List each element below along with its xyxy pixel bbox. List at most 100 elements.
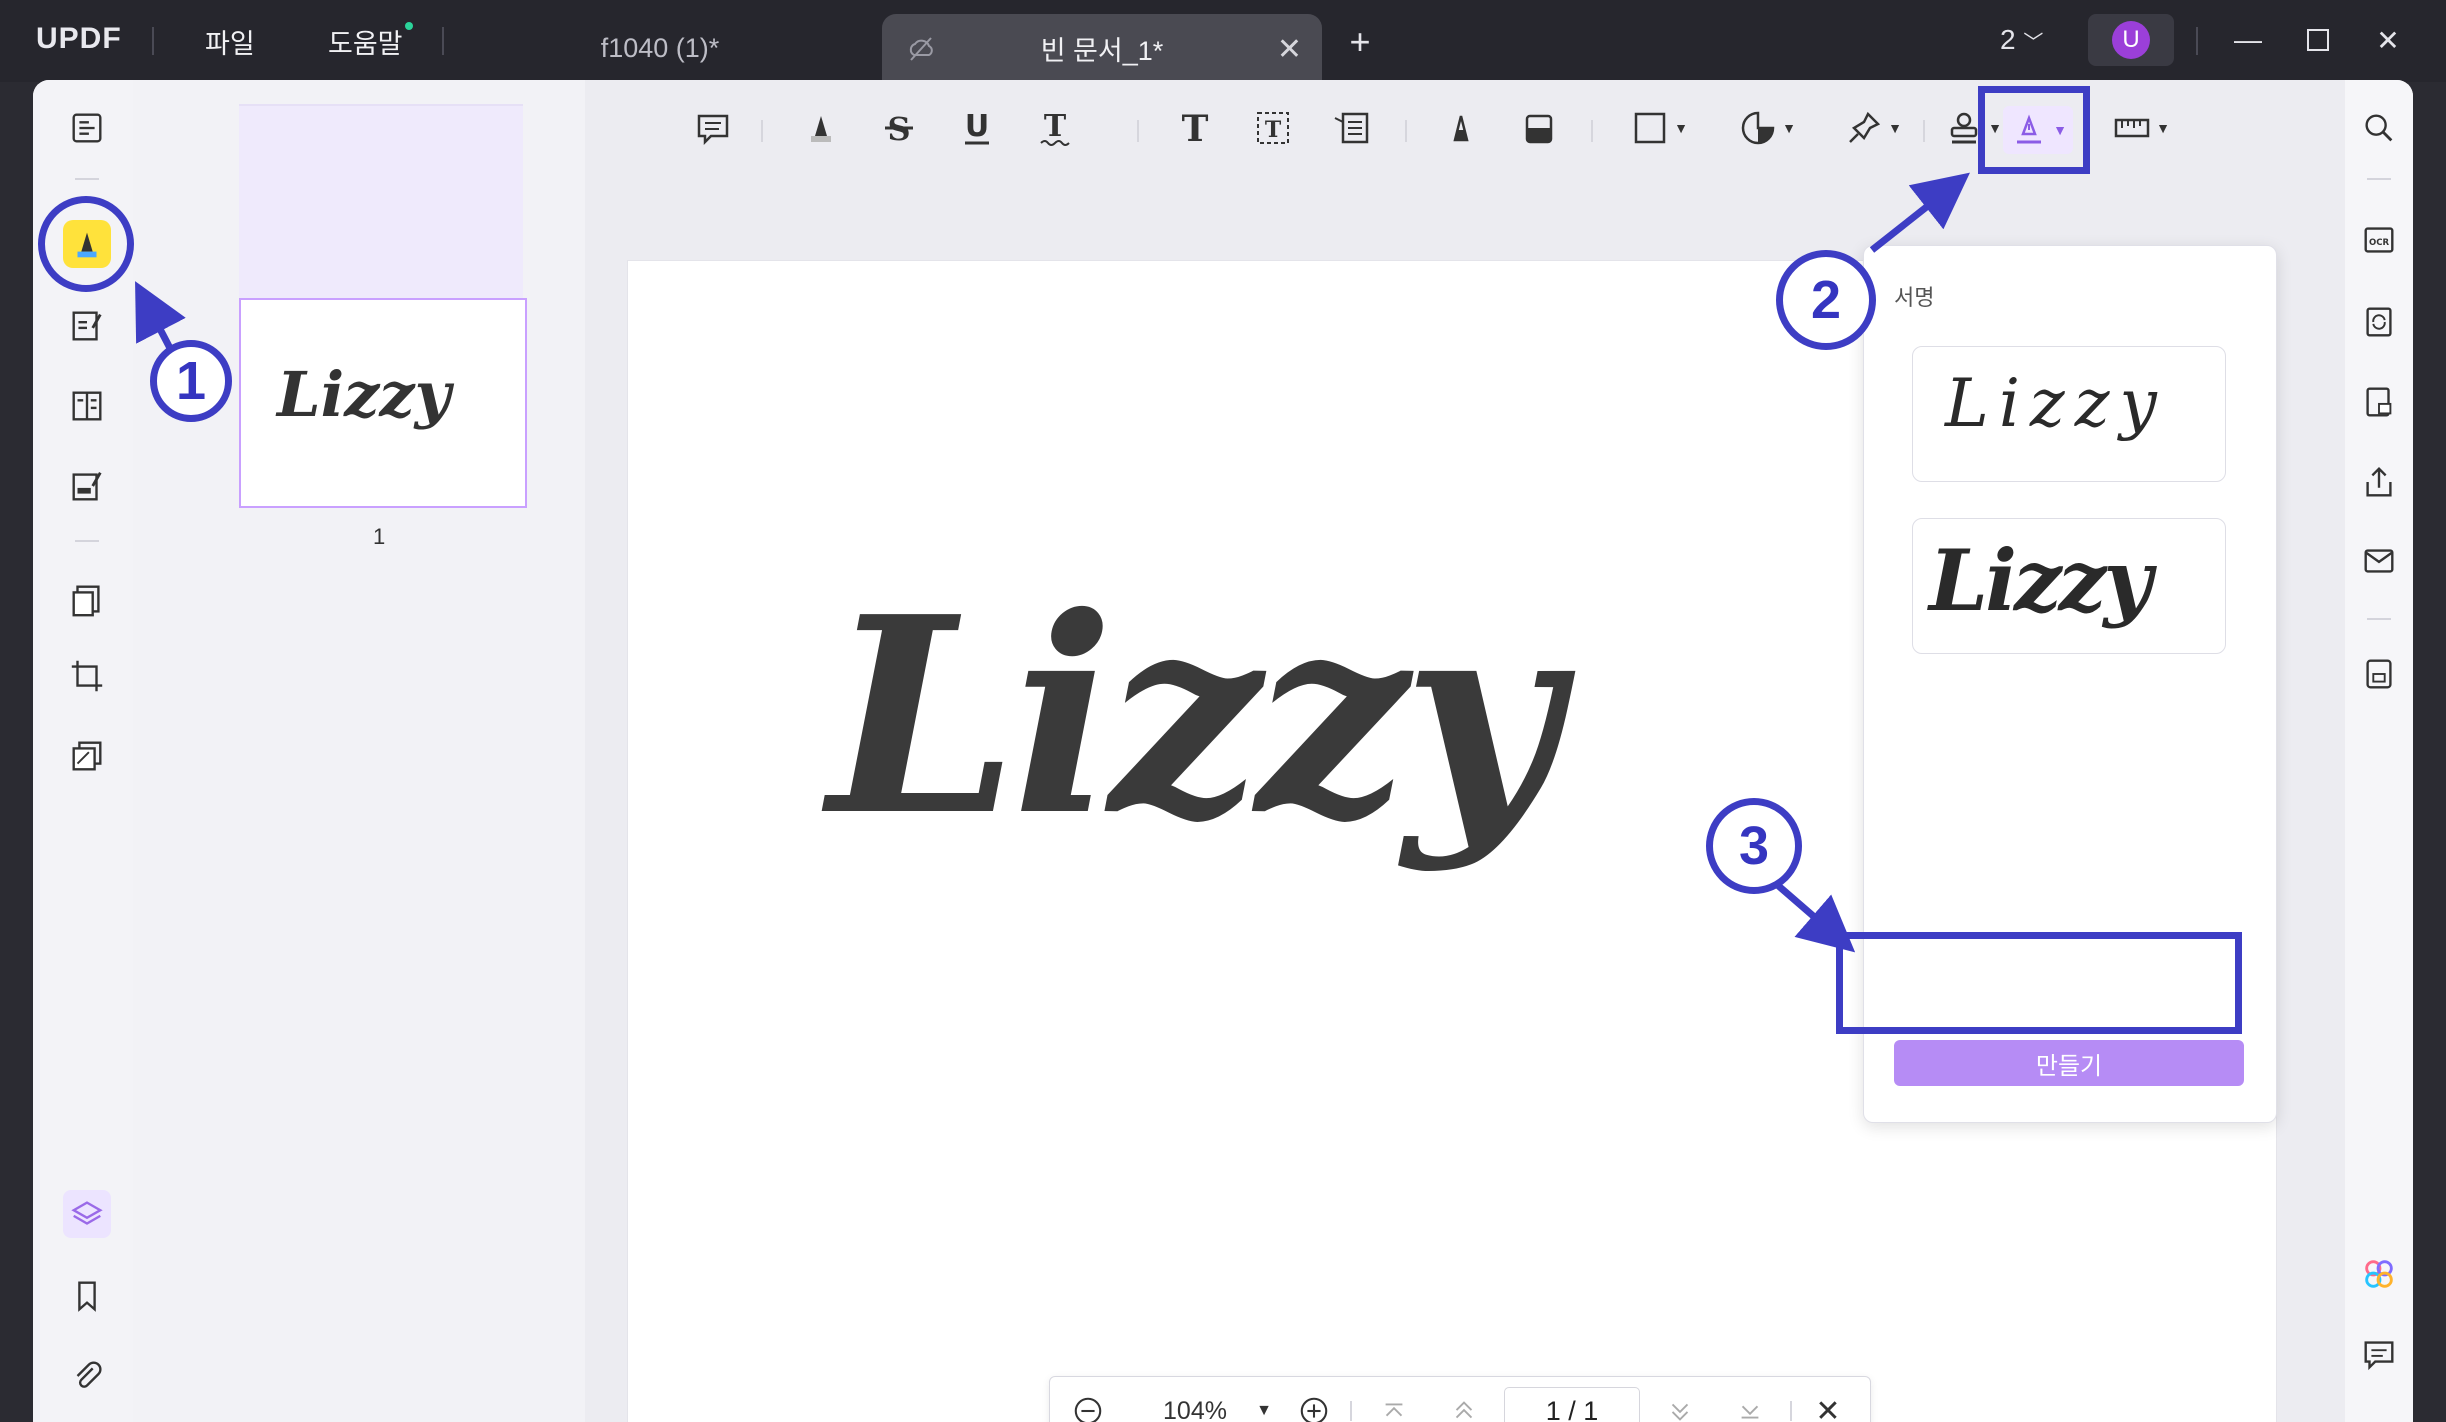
svg-text:T: T (1182, 108, 1209, 148)
protect-icon[interactable] (2355, 378, 2403, 426)
strikethrough-icon[interactable]: S (871, 102, 927, 154)
close-tab-icon[interactable]: ✕ (1277, 32, 1302, 67)
app-logo-text: UPDF (36, 22, 122, 55)
zoom-dropdown-icon[interactable]: ▼ (1244, 1389, 1284, 1422)
zoom-out-icon[interactable] (1066, 1389, 1110, 1422)
user-avatar[interactable]: U (2088, 14, 2174, 66)
comments-panel-icon[interactable] (2355, 1330, 2403, 1378)
close-zoom-bar-icon[interactable]: ✕ (1806, 1389, 1850, 1422)
signature-text: Lizzy (1945, 365, 2167, 442)
tab-blank-document[interactable]: 빈 문서_1* ✕ (882, 14, 1322, 82)
share-icon[interactable] (2355, 458, 2403, 506)
avatar-initial: U (2112, 21, 2150, 59)
page-total: 1 (1583, 1395, 1599, 1422)
layers-icon[interactable] (63, 1190, 111, 1238)
create-signature-button[interactable]: 만들기 (1894, 1040, 2244, 1086)
svg-text:U: U (965, 109, 989, 144)
text-icon[interactable]: T (1167, 102, 1223, 154)
chevron-down-icon: ▼ (2156, 120, 2170, 136)
menu-file[interactable]: 파일 (205, 22, 255, 61)
divider (2367, 178, 2391, 180)
form-icon[interactable] (63, 382, 111, 430)
annotation-badge-3: 3 (1706, 798, 1802, 894)
saved-signature-2[interactable]: Lizzy (1912, 518, 2226, 654)
previous-page-icon[interactable] (1442, 1389, 1486, 1422)
sticky-note-icon[interactable] (685, 102, 741, 154)
save-icon[interactable] (2355, 650, 2403, 698)
new-tab-icon[interactable]: + (1336, 20, 1384, 64)
signature-text: Lizzy (1929, 531, 2152, 630)
tab-label: f1040 (1)* (600, 32, 720, 63)
page-separator: / (1568, 1395, 1576, 1422)
signature-panel-title: 서명 (1894, 285, 1935, 310)
page-thumbnail[interactable]: Lizzy (239, 298, 527, 508)
minimize-icon[interactable]: — (2224, 18, 2272, 62)
pencil-icon[interactable] (1433, 102, 1489, 154)
next-page-icon[interactable] (1658, 1389, 1702, 1422)
divider (75, 178, 99, 180)
divider (1591, 120, 1593, 142)
title-bar: UPDF 파일 도움말 f1040 (1)* 빈 문서_1* ✕ + 2 ﹀ U… (0, 0, 2446, 82)
last-page-icon[interactable] (1728, 1389, 1772, 1422)
bookmark-icon[interactable] (63, 1272, 111, 1320)
divider (442, 27, 444, 55)
document-signature[interactable]: Lizzy (828, 581, 1560, 851)
highlight-circle (38, 196, 134, 292)
eraser-icon[interactable] (1511, 102, 1567, 154)
shape-icon[interactable]: ▼ (1619, 102, 1699, 154)
ocr-icon[interactable]: OCR (2355, 216, 2403, 264)
underline-icon[interactable]: U (949, 102, 1005, 154)
divider (1350, 1401, 1352, 1421)
page-number-label: 1 (373, 524, 386, 549)
saved-signature-1[interactable]: Lizzy (1912, 346, 2226, 482)
notification-dot-icon (404, 22, 413, 30)
reader-icon[interactable] (63, 104, 111, 152)
tab-f1040[interactable]: f1040 (1)* (560, 14, 760, 82)
menu-help-label: 도움말 (328, 29, 403, 59)
svg-text:T: T (1265, 117, 1282, 143)
first-page-icon[interactable] (1372, 1389, 1416, 1422)
text-box-icon[interactable]: T (1245, 102, 1301, 154)
divider (1405, 120, 1407, 142)
window-count[interactable]: 2 ﹀ (2000, 24, 2043, 56)
edit-pdf-icon[interactable] (63, 302, 111, 350)
thumbnail-signature: Lizzy (277, 358, 451, 431)
page-thumbnail-previous[interactable] (239, 104, 523, 306)
pin-icon[interactable]: ▼ (1833, 102, 1913, 154)
chevron-down-icon: ▼ (1888, 120, 1902, 136)
page-current: 1 (1545, 1395, 1561, 1422)
organize-pages-icon[interactable] (63, 576, 111, 624)
highlight-box-create-button (1836, 932, 2242, 1034)
tab-label: 빈 문서_1* (1040, 35, 1164, 66)
search-icon[interactable] (2355, 104, 2403, 152)
watermark-icon[interactable] (63, 732, 111, 780)
unsynced-icon (906, 34, 936, 64)
highlight-box-signature-tool (1978, 86, 2090, 174)
page-input[interactable]: 1 / 1 (1504, 1387, 1640, 1422)
crop-icon[interactable] (63, 652, 111, 700)
highlight-icon[interactable] (793, 102, 849, 154)
fill-sign-icon[interactable] (63, 462, 111, 510)
divider (2367, 618, 2391, 620)
sticker-icon[interactable]: ▼ (1727, 102, 1807, 154)
convert-icon[interactable] (2355, 298, 2403, 346)
menu-help[interactable]: 도움말 (328, 22, 413, 61)
squiggly-icon[interactable]: T (1027, 102, 1083, 154)
zoom-level[interactable]: 104% (1140, 1389, 1250, 1422)
attachment-icon[interactable] (63, 1352, 111, 1400)
chevron-down-icon: ▼ (1674, 120, 1688, 136)
chevron-down-icon: ▼ (1782, 120, 1796, 136)
ai-assistant-icon[interactable] (2355, 1250, 2403, 1298)
annotation-badge-2: 2 (1776, 250, 1876, 350)
email-icon[interactable] (2355, 536, 2403, 584)
measure-icon[interactable]: ▼ (2101, 102, 2181, 154)
maximize-icon[interactable] (2294, 18, 2342, 62)
text-callout-icon[interactable] (1323, 102, 1379, 154)
chevron-down-icon: ﹀ (2023, 32, 2044, 54)
divider (2196, 27, 2198, 55)
divider (1137, 120, 1139, 142)
close-window-icon[interactable]: ✕ (2364, 18, 2412, 62)
svg-text:OCR: OCR (2369, 238, 2390, 248)
zoom-bar: 104% ▼ 1 / 1 ✕ (1049, 1376, 1871, 1422)
zoom-in-icon[interactable] (1292, 1389, 1336, 1422)
